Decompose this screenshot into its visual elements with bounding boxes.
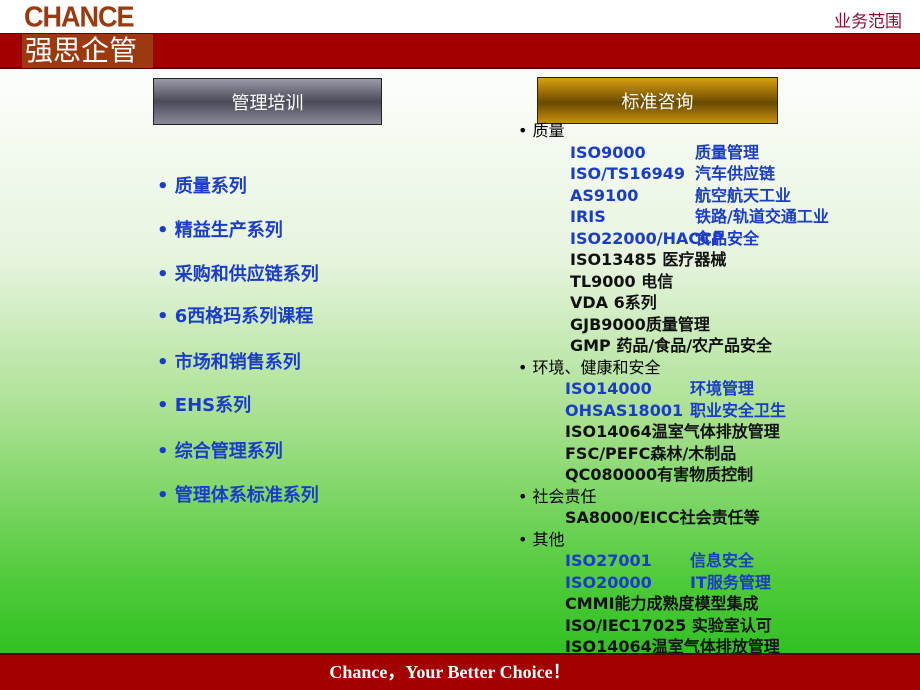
standard-item: CMMI能力成熟度模型集成 <box>565 594 759 613</box>
standard-item: ISO14064温室气体排放管理 <box>565 422 780 441</box>
standard-item: GJB9000质量管理 <box>570 314 710 334</box>
standard-item: OHSAS18001 职业安全卫生 <box>518 400 829 422</box>
standard-item: ISO9000 质量管理 <box>518 142 829 164</box>
consulting-list: • 质量 ISO9000 质量管理 ISO/TS16949 汽车供应链 AS9100 航空航… <box>518 120 829 658</box>
standard-code: OHSAS18001 <box>565 400 684 420</box>
category-heading: • 社会责任 <box>518 486 597 506</box>
standard-item: ISO/TS16949 汽车供应链 <box>518 163 829 185</box>
standard-code: AS9100 <box>570 185 639 205</box>
training-item: • 6西格玛系列课程 <box>157 306 314 327</box>
standard-item: FSC/PEFC森林/木制品 <box>565 443 737 463</box>
standard-desc: 铁路/轨道交通工业 <box>695 207 829 226</box>
training-item: • 精益生产系列 <box>157 220 283 241</box>
standard-item: AS9100 航空航天工业 <box>518 185 829 207</box>
training-item: • 综合管理系列 <box>157 441 283 462</box>
standard-code: ISO20000 <box>565 572 652 592</box>
category-heading: • 其他 <box>518 529 565 549</box>
standard-code: IRIS <box>570 207 606 226</box>
training-item: • 采购和供应链系列 <box>157 264 319 285</box>
logo-text-cn: 强思企管 <box>22 34 153 68</box>
standard-desc: 航空航天工业 <box>695 185 792 205</box>
training-button[interactable]: 管理培训 <box>153 78 382 125</box>
footer-slogan: Chance，Your Better Choice！ <box>0 653 920 690</box>
standard-code: ISO27001 <box>565 551 652 570</box>
standard-desc: 信息安全 <box>690 551 755 570</box>
category-heading: • 质量 <box>518 121 565 140</box>
standard-item: IRIS 铁路/轨道交通工业 <box>518 206 829 228</box>
training-item: • 市场和销售系列 <box>157 352 301 373</box>
training-item: • 质量系列 <box>157 176 247 197</box>
standard-item: ISO/IEC17025 实验室认可 <box>565 615 772 635</box>
standard-desc: 质量管理 <box>695 142 760 162</box>
standard-item: TL9000 电信 <box>570 271 674 291</box>
section-title: 业务范围 <box>834 12 902 32</box>
standard-item: ISO22000/HACCP食品安全 <box>518 228 829 250</box>
standard-item: ISO20000 IT服务管理 <box>518 572 829 594</box>
logo-text-en: CHANCE <box>24 1 135 33</box>
standard-item: SA8000/EICC社会责任等 <box>565 508 760 527</box>
training-item: • 管理体系标准系列 <box>157 485 319 506</box>
consulting-button[interactable]: 标准咨询 <box>537 77 778 124</box>
standard-desc: 汽车供应链 <box>695 164 776 183</box>
standard-desc: 食品安全 <box>695 228 760 248</box>
header-bar <box>0 0 920 33</box>
standard-item: ISO27001 信息安全 <box>518 550 829 572</box>
standard-desc: IT服务管理 <box>690 572 771 592</box>
standard-item: QC080000有害物质控制 <box>565 465 754 484</box>
standard-code: ISO22000/HACCP <box>570 228 724 248</box>
standard-code: ISO14000 <box>565 379 652 398</box>
training-item: • EHS系列 <box>157 395 252 416</box>
standard-code: ISO9000 <box>570 142 646 162</box>
standard-desc: 环境管理 <box>690 379 755 398</box>
standard-code: ISO/TS16949 <box>570 164 686 183</box>
standard-item: VDA 6系列 <box>570 293 657 312</box>
standard-desc: 职业安全卫生 <box>690 400 787 420</box>
category-heading: • 环境、健康和安全 <box>518 357 661 377</box>
standard-item: ISO13485 医疗器械 <box>570 250 727 269</box>
standard-item: ISO14000 环境管理 <box>518 378 829 400</box>
standard-item: GMP 药品/食品/农产品安全 <box>570 336 773 355</box>
